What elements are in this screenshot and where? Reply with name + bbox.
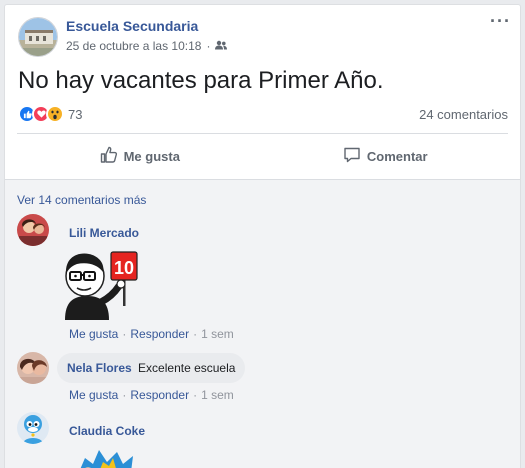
comment-reply-link[interactable]: Responder [130,388,189,402]
reaction-count: 73 [68,106,83,122]
separator: · [193,388,198,402]
page-name[interactable]: Escuela Secundaria [66,18,198,34]
commenter-avatar[interactable] [17,412,49,444]
commenter-avatar[interactable] [17,352,49,384]
speech-bubble-icon [343,146,361,167]
commenter-avatar[interactable] [17,214,49,246]
like-button[interactable]: Me gusta [17,134,263,179]
post-timestamp[interactable]: 25 de octubre a las 10:18 [66,39,201,53]
separator: · [122,388,127,402]
post-text: No hay vacantes para Primer Año. [18,67,384,94]
comment-item: Claudia Coke [17,412,508,468]
commenter-name[interactable]: Lili Mercado [69,226,139,240]
sticker-score-text: 10 [114,258,134,278]
comment-item: Lili Mercado 10 Me gusta · Responder · 1… [17,214,508,344]
comment-text: Excelente escuela [138,361,236,375]
reactions-row: 73 24 comentarios [18,104,508,124]
comment-reply-link[interactable]: Responder [130,327,189,341]
page-avatar[interactable] [18,17,58,57]
comment-bubble: Nela Flores Excelente escuela [57,353,246,383]
sticker-image[interactable] [65,442,145,468]
comment-button[interactable]: Comentar [263,134,509,179]
view-more-comments-link[interactable]: Ver 14 comentarios más [17,193,146,207]
sticker-image[interactable]: 10 [57,246,141,320]
comment-button-label: Comentar [366,149,428,164]
comment-actions: Me gusta · Responder · 1 sem [69,388,234,402]
thumbs-up-icon [100,146,118,167]
comment-actions: Me gusta · Responder · 1 sem [69,327,234,341]
post-actions: Me gusta Comentar [17,134,508,179]
comment-time[interactable]: 1 sem [201,327,234,341]
post-header: Escuela Secundaria 25 de octubre a las 1… [5,5,520,63]
comment-count-link[interactable]: 24 comentarios [419,107,508,122]
commenter-name[interactable]: Claudia Coke [69,424,145,438]
comment-item: Nela Flores Excelente escuela Me gusta · R… [17,352,508,402]
friends-icon[interactable] [215,39,228,53]
wow-reaction-icon [46,105,64,123]
like-button-label: Me gusta [123,149,180,164]
comments-section: Ver 14 comentarios más Lili Mercado 10 M… [5,179,520,468]
separator: · [206,39,211,53]
more-options-button[interactable]: ··· [490,12,511,30]
post-meta: 25 de octubre a las 10:18 · [66,39,228,53]
separator: · [193,327,198,341]
commenter-name[interactable]: Nela Flores [67,361,132,375]
post-card: Escuela Secundaria 25 de octubre a las 1… [4,4,521,468]
comment-time[interactable]: 1 sem [201,388,234,402]
reaction-summary[interactable]: 73 [18,105,82,123]
comment-like-link[interactable]: Me gusta [69,327,118,341]
separator: · [122,327,127,341]
comment-like-link[interactable]: Me gusta [69,388,118,402]
